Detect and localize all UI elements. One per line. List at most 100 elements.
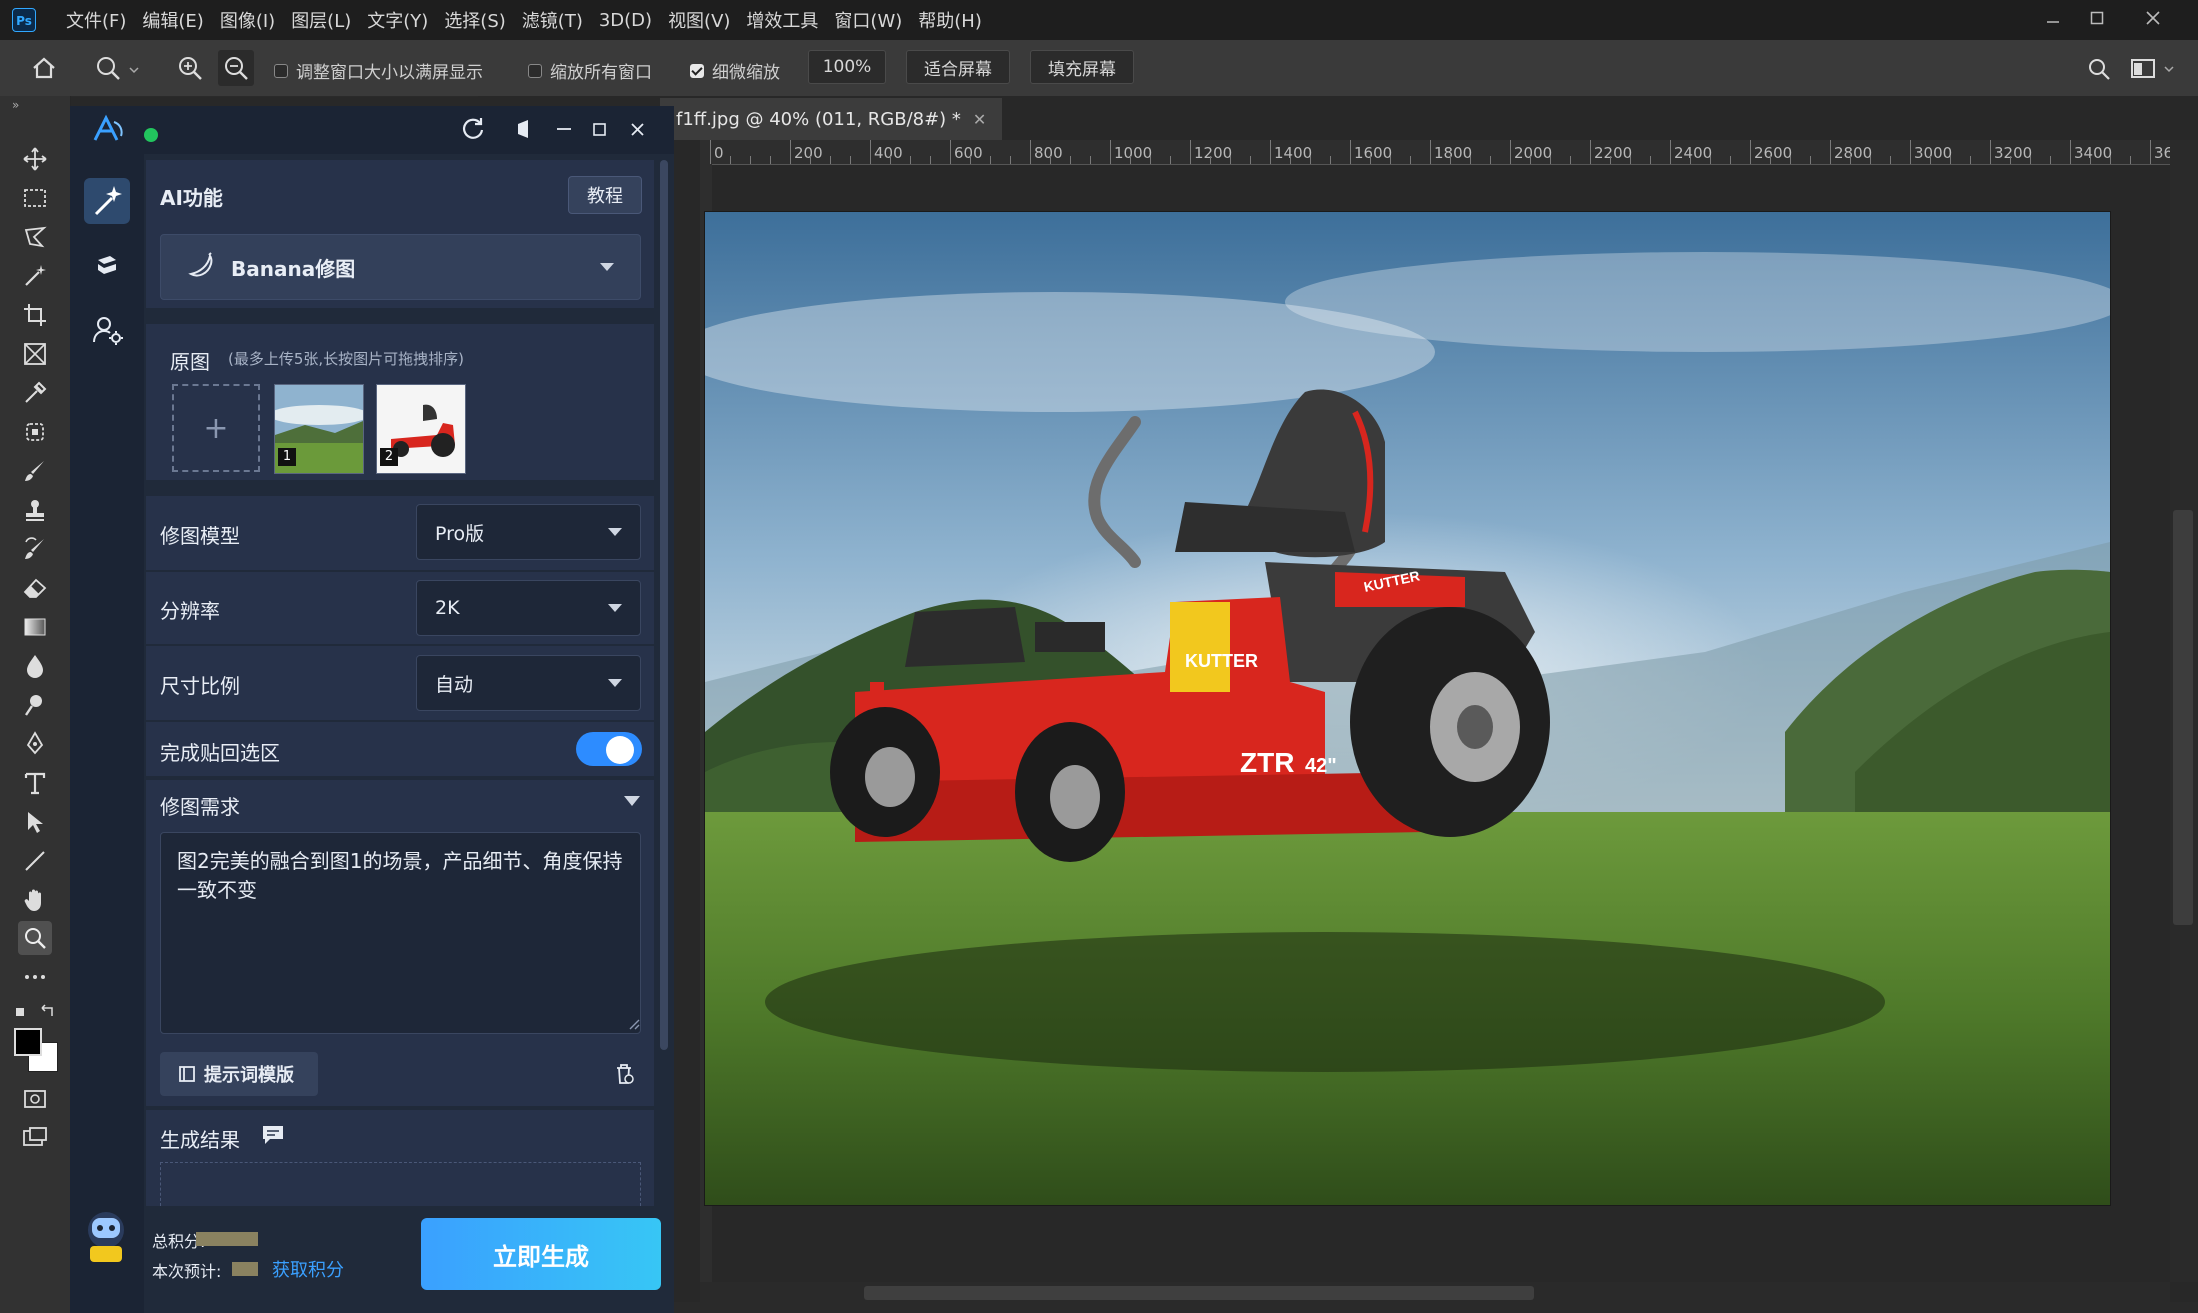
magic-wand-tool-icon[interactable] [18,259,52,293]
canvas-image[interactable]: KUTTER ZTR 42" KUTTER [705,212,2110,1205]
menu-file[interactable]: 文件(F) [58,7,134,33]
expand-panel-icon[interactable]: » [12,98,19,112]
menu-layer[interactable]: 图层(L) [283,7,359,33]
pin-icon[interactable] [508,116,534,142]
close-tab-icon[interactable]: ✕ [973,110,986,129]
add-image-button[interactable]: + [172,384,260,472]
avatar[interactable] [78,1208,134,1268]
mower-model-text: ZTR [1240,747,1294,778]
resolution-select[interactable]: 2K [416,580,641,636]
clear-prompt-icon[interactable] [612,1062,636,1086]
ruler-minor-tick [2030,156,2031,164]
close-icon[interactable] [2130,0,2176,36]
plugin-maximize-icon[interactable] [590,116,610,142]
ruler-minor-tick [1550,156,1551,164]
menu-edit[interactable]: 编辑(E) [134,7,211,33]
refresh-icon[interactable] [460,116,486,142]
horizontal-scrollbar-thumb[interactable] [864,1286,1534,1300]
brush-tool-icon[interactable] [18,454,52,488]
ruler-minor-tick [770,156,771,164]
search-icon[interactable] [2086,56,2112,82]
model-select[interactable]: Pro版 [416,504,641,560]
textarea-resize-handle-icon[interactable] [628,1018,640,1030]
points-estimate-value-redacted [232,1262,258,1276]
healing-brush-tool-icon[interactable] [18,415,52,449]
hand-tool-icon[interactable] [18,883,52,917]
workspace-icon[interactable] [2130,56,2178,82]
scrubby-zoom-checkbox[interactable]: 细微缩放 [690,58,780,83]
generate-button[interactable]: 立即生成 [421,1218,661,1290]
quick-mask-icon[interactable] [18,1082,52,1116]
feature-select[interactable]: Banana修图 [160,234,641,300]
frame-tool-icon[interactable] [18,337,52,371]
zoom-all-windows-checkbox-box[interactable] [528,63,542,78]
ruler-tick-label: 600 [954,144,983,162]
nav-account-settings-icon[interactable] [92,314,124,346]
ruler-minor-tick [1390,156,1391,164]
eyedropper-tool-icon[interactable] [18,376,52,410]
menu-image[interactable]: 图像(I) [212,7,283,33]
zoom-value-field[interactable]: 100% [808,50,886,84]
document-tab[interactable]: f1ff.jpg @ 40% (011, RGB/8#) * ✕ [660,98,1003,140]
requirement-collapse-chevron-icon[interactable] [624,796,640,806]
swap-colors-icon[interactable] [14,1004,58,1022]
eraser-tool-icon[interactable] [18,571,52,605]
menu-view[interactable]: 视图(V) [660,7,738,33]
requirement-textarea[interactable]: 图2完美的融合到图1的场景，产品细节、角度保持一致不变 [160,832,641,1034]
zoom-in-icon[interactable] [176,54,204,82]
marquee-tool-icon[interactable] [18,181,52,215]
fill-screen-button[interactable]: 填充屏幕 [1030,50,1134,84]
plugin-close-icon[interactable] [628,116,648,142]
fit-screen-button[interactable]: 适合屏幕 [906,50,1010,84]
ratio-select[interactable]: 自动 [416,655,641,711]
nav-layers-icon[interactable] [92,250,122,280]
nav-ai-features-icon[interactable] [84,178,130,224]
ruler-minor-tick [1890,156,1891,164]
vertical-scrollbar-thumb[interactable] [2173,510,2193,925]
menu-help[interactable]: 帮助(H) [910,7,990,33]
crop-tool-icon[interactable] [18,298,52,332]
menu-select[interactable]: 选择(S) [436,7,513,33]
menu-type[interactable]: 文字(Y) [359,7,436,33]
tutorial-button[interactable]: 教程 [568,176,642,214]
line-tool-icon[interactable] [18,844,52,878]
blur-tool-icon[interactable] [18,649,52,683]
path-selection-tool-icon[interactable] [18,805,52,839]
home-icon[interactable] [30,54,58,82]
type-tool-icon[interactable] [18,766,52,800]
lasso-tool-icon[interactable] [18,220,52,254]
zoom-all-windows-checkbox[interactable]: 缩放所有窗口 [528,58,652,83]
plugin-minimize-icon[interactable] [554,116,574,142]
menu-window[interactable]: 窗口(W) [826,7,910,33]
get-points-link[interactable]: 获取积分 [272,1256,344,1282]
minimize-icon[interactable] [2030,0,2076,36]
requirement-label: 修图需求 [160,795,240,819]
prompt-template-button[interactable]: 提示词模版 [160,1052,318,1096]
foreground-color-swatch[interactable] [14,1028,42,1056]
ruler-tick [790,140,791,164]
ruler-minor-tick [1290,156,1291,164]
ruler-minor-tick [1570,156,1571,164]
menu-3d[interactable]: 3D(D) [591,10,660,31]
pen-tool-icon[interactable] [18,727,52,761]
resize-windows-checkbox-box[interactable] [274,63,288,78]
menu-filter[interactable]: 滤镜(T) [514,7,591,33]
plugin-scrollbar[interactable] [660,160,668,1050]
menu-plugins[interactable]: 增效工具 [738,7,826,33]
resize-windows-checkbox[interactable]: 调整窗口大小以满屏显示 [274,58,483,83]
stamp-tool-icon[interactable] [18,493,52,527]
paste-back-toggle-knob[interactable] [606,736,634,764]
move-tool-icon[interactable] [18,142,52,176]
history-brush-tool-icon[interactable] [18,532,52,566]
result-note-icon[interactable] [260,1122,286,1148]
gradient-tool-icon[interactable] [18,610,52,644]
screen-mode-icon[interactable] [18,1121,52,1155]
more-tools-icon[interactable] [18,960,52,994]
ruler-minor-tick [1650,156,1651,164]
dodge-tool-icon[interactable] [18,688,52,722]
zoom-out-icon[interactable] [218,50,254,86]
maximize-icon[interactable] [2074,0,2120,36]
scrubby-zoom-checkbox-box[interactable] [690,63,704,78]
zoom-tool-icon[interactable] [18,921,52,955]
zoom-tool-preset-icon[interactable] [94,54,142,82]
